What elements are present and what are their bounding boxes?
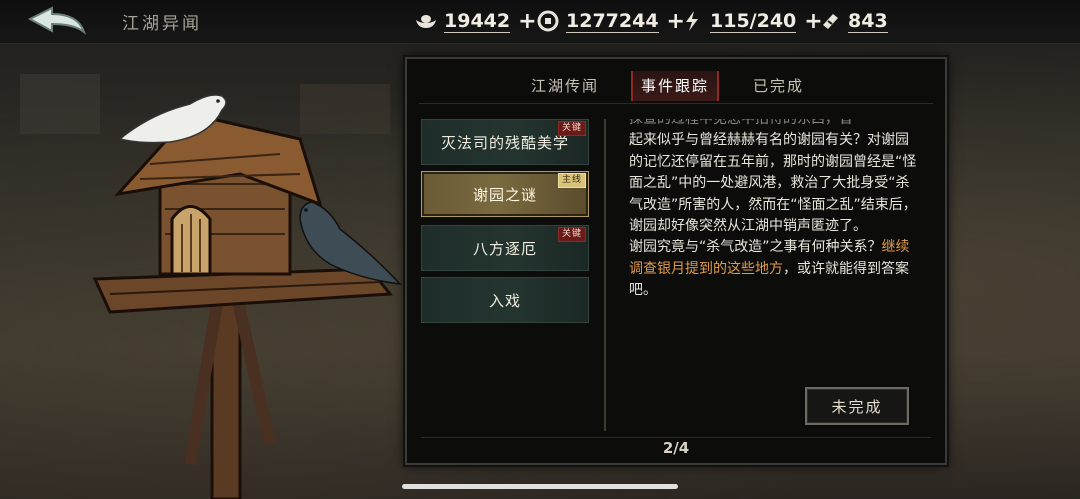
ticket-icon: [818, 9, 842, 33]
event-description[interactable]: 探查的过程中见您中招待的东西，曾 起来似乎与曾经赫赫有名的谢园有关？对谢园的记忆…: [629, 119, 919, 351]
description-faded-line: 探查的过程中见您中招待的东西，曾: [629, 119, 853, 127]
pigeon-coop-illustration: [0, 44, 410, 499]
event-item-label: 谢园之谜: [472, 185, 537, 204]
silver-resource: 19442 +: [414, 7, 537, 35]
event-item-label: 灭法司的残酷美学: [440, 133, 569, 152]
bottom-divider: [421, 437, 931, 438]
tab-event-tracking[interactable]: 事件跟踪: [631, 71, 720, 101]
page-indicator: 2/4: [662, 439, 690, 457]
energy-resource: 115/240 +: [680, 7, 823, 35]
event-item-ruxi[interactable]: 入戏: [421, 277, 589, 323]
main-quest-badge: 主线: [557, 173, 586, 188]
ticket-value: 843: [848, 9, 888, 33]
silver-ingot-icon: [414, 9, 438, 33]
description-question: 谢园究竟与“杀气改造”之事有何种关系？: [629, 239, 882, 256]
event-item-label: 八方逐厄: [472, 239, 537, 258]
tab-rumors[interactable]: 江湖传闻: [531, 71, 599, 101]
event-panel: 江湖传闻 事件跟踪 已完成 灭法司的残酷美学 关键 谢园之谜 主线 八方逐厄 关…: [405, 57, 947, 465]
top-bar: 江湖异闻 19442 + 1277244 + 115/240 + 843: [0, 0, 1080, 44]
event-item-miefasi[interactable]: 灭法司的残酷美学 关键: [421, 119, 589, 165]
copper-coin-icon: [536, 9, 560, 33]
energy-value: 115/240: [710, 9, 797, 33]
key-badge: 关键: [557, 227, 586, 242]
silver-value: 19442: [444, 9, 511, 33]
incomplete-status-button[interactable]: 未完成: [805, 387, 909, 425]
event-item-label: 入戏: [488, 291, 521, 310]
coin-resource: 1277244 +: [536, 7, 685, 35]
page-title: 江湖异闻: [122, 14, 202, 34]
lightning-energy-icon: [680, 9, 704, 33]
tab-completed[interactable]: 已完成: [753, 71, 804, 101]
event-item-xieyuan[interactable]: 谢园之谜 主线: [421, 171, 589, 217]
add-silver-button[interactable]: +: [518, 9, 536, 34]
column-divider: [604, 119, 606, 431]
back-button[interactable]: [22, 4, 92, 38]
event-tabs: 江湖传闻 事件跟踪 已完成: [407, 71, 945, 101]
description-main: 起来似乎与曾经赫赫有名的谢园有关？对谢园的记忆还停留在五年前，那时的谢园曾经是“…: [629, 132, 917, 235]
event-item-bafang[interactable]: 八方逐厄 关键: [421, 225, 589, 271]
coin-value: 1277244: [566, 9, 659, 33]
back-arrow-icon: [27, 6, 87, 35]
ticket-resource: 843: [818, 7, 888, 35]
key-badge: 关键: [557, 121, 586, 136]
home-indicator[interactable]: [402, 484, 678, 489]
